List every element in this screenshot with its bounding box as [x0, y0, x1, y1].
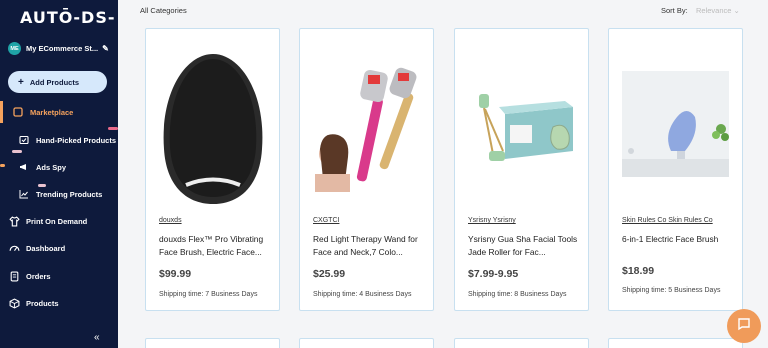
sort-select[interactable]: Relevance ⌄	[696, 6, 740, 15]
product-card[interactable]: Skin Rules Co Skin Rules Co 6-in-1 Elect…	[608, 28, 743, 311]
shirt-icon	[8, 215, 20, 227]
decorative-accent	[38, 184, 46, 187]
plus-icon: +	[18, 76, 24, 88]
add-products-button[interactable]: + Add Products	[8, 71, 107, 93]
product-price: $7.99-9.95	[468, 268, 519, 280]
sort-label: Sort By:	[661, 6, 688, 15]
chat-bubble-icon	[737, 317, 751, 336]
sidebar-item-trending[interactable]: Trending Products	[0, 185, 118, 203]
product-card[interactable]	[454, 338, 589, 348]
sidebar-item-label: Print On Demand	[26, 216, 88, 226]
product-title[interactable]: 6-in-1 Electric Face Brush	[622, 233, 737, 246]
product-card[interactable]	[145, 338, 280, 348]
main-content: All Categories Sort By: Relevance ⌄ doux…	[118, 0, 768, 348]
category-filter[interactable]: All Categories	[140, 6, 187, 15]
avatar: ME	[8, 42, 21, 55]
shipping-time: Shipping time: 5 Business Days	[622, 287, 721, 294]
product-image[interactable]	[156, 39, 271, 214]
dashboard-icon	[8, 242, 20, 254]
sidebar: AUTŌ-DS- ME My ECommerce St... ✎ + Add P…	[0, 0, 118, 348]
products-icon	[8, 297, 20, 309]
product-image[interactable]	[310, 39, 425, 214]
orders-icon	[8, 270, 20, 282]
sidebar-item-label: Orders	[26, 271, 51, 281]
chat-button[interactable]	[727, 309, 761, 343]
ads-spy-icon	[18, 161, 30, 173]
product-brand-link[interactable]: Ysrisny Ysrisny	[468, 217, 516, 224]
decorative-accent	[0, 164, 5, 167]
sidebar-item-hand-picked[interactable]: Hand-Picked Products	[0, 131, 118, 149]
sidebar-item-orders[interactable]: Orders	[0, 267, 118, 285]
product-card[interactable]	[608, 338, 743, 348]
chevron-down-icon: ⌄	[733, 6, 740, 15]
product-price: $18.99	[622, 265, 655, 277]
sidebar-item-ads-spy[interactable]: Ads Spy	[0, 158, 118, 176]
product-title[interactable]: Red Light Therapy Wand for Face and Neck…	[313, 233, 428, 259]
hand-picked-icon	[18, 134, 30, 146]
app-logo[interactable]: AUTŌ-DS-	[20, 8, 115, 27]
marketplace-icon	[12, 106, 24, 118]
sort-value: Relevance	[696, 6, 732, 15]
sidebar-item-label: Trending Products	[36, 189, 103, 199]
product-card[interactable]: Ysrisny Ysrisny Ysrisny Gua Sha Facial T…	[454, 28, 589, 311]
product-title[interactable]: douxds Flex™ Pro Vibrating Face Brush, E…	[159, 233, 274, 259]
product-card[interactable]: CXGTCI Red Light Therapy Wand for Face a…	[299, 28, 434, 311]
sidebar-item-label: Hand-Picked Products	[36, 135, 117, 145]
sidebar-item-print-on-demand[interactable]: Print On Demand	[0, 212, 118, 230]
decorative-accent	[108, 127, 118, 130]
sidebar-item-dashboard[interactable]: Dashboard	[0, 239, 118, 257]
sidebar-item-label: Ads Spy	[36, 162, 67, 172]
product-card[interactable]: douxds douxds Flex™ Pro Vibrating Face B…	[145, 28, 280, 311]
add-products-label: Add Products	[29, 77, 80, 87]
sidebar-item-label: Products	[26, 298, 59, 308]
product-image[interactable]	[465, 39, 580, 214]
product-brand-link[interactable]: CXGTCI	[313, 217, 339, 224]
product-card[interactable]	[299, 338, 434, 348]
sidebar-item-marketplace[interactable]: Marketplace	[0, 103, 118, 121]
store-selector[interactable]: ME My ECommerce St... ✎	[8, 42, 109, 55]
product-image[interactable]	[619, 39, 734, 214]
product-brand-link[interactable]: douxds	[159, 217, 182, 224]
trending-icon	[18, 188, 30, 200]
product-price: $99.99	[159, 268, 192, 280]
sidebar-item-products[interactable]: Products	[0, 294, 118, 312]
product-brand-link[interactable]: Skin Rules Co Skin Rules Co	[622, 217, 713, 224]
sidebar-item-label: Dashboard	[26, 243, 66, 253]
sidebar-item-label: Marketplace	[30, 107, 74, 117]
pencil-icon[interactable]: ✎	[102, 44, 109, 53]
store-name: My ECommerce St...	[26, 44, 99, 53]
product-title[interactable]: Ysrisny Gua Sha Facial Tools Jade Roller…	[468, 233, 583, 259]
shipping-time: Shipping time: 8 Business Days	[468, 291, 567, 298]
shipping-time: Shipping time: 7 Business Days	[159, 291, 258, 298]
decorative-accent	[12, 150, 22, 153]
product-price: $25.99	[313, 268, 346, 280]
shipping-time: Shipping time: 4 Business Days	[313, 291, 412, 298]
collapse-sidebar-icon[interactable]: «	[94, 332, 100, 343]
